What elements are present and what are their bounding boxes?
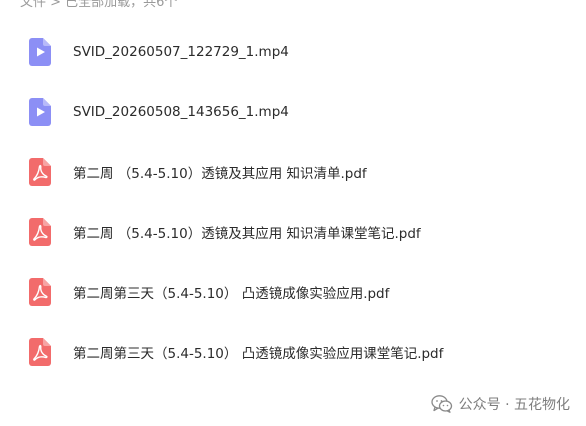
pdf-file-icon	[29, 218, 51, 246]
file-browser-page: 文件 > 已全部加载，共6个 SVID_20260507_122729_1.mp…	[0, 0, 586, 426]
file-list: SVID_20260507_122729_1.mp4 SVID_20260508…	[0, 22, 586, 382]
wechat-logo-icon	[430, 395, 453, 413]
file-row-pdf-1[interactable]: 第二周 （5.4-5.10）透镜及其应用 知识清单.pdf	[0, 142, 586, 202]
breadcrumb: 文件 > 已全部加载，共6个	[20, 0, 178, 10]
video-file-icon	[29, 38, 51, 66]
watermark-text: 公众号 · 五花物化	[458, 397, 570, 413]
file-name: 第二周 （5.4-5.10）透镜及其应用 知识清单课堂笔记.pdf	[73, 226, 421, 242]
file-row-pdf-3[interactable]: 第二周第三天（5.4-5.10） 凸透镜成像实验应用.pdf	[0, 262, 586, 322]
pdf-file-icon	[29, 158, 51, 186]
pdf-file-icon	[29, 338, 51, 366]
file-name: 第二周第三天（5.4-5.10） 凸透镜成像实验应用.pdf	[73, 286, 390, 302]
file-row-video-2[interactable]: SVID_20260508_143656_1.mp4	[0, 82, 586, 142]
file-row-video-1[interactable]: SVID_20260507_122729_1.mp4	[0, 22, 586, 82]
watermark: 公众号 · 五花物化	[430, 394, 570, 414]
file-row-pdf-4[interactable]: 第二周第三天（5.4-5.10） 凸透镜成像实验应用课堂笔记.pdf	[0, 322, 586, 382]
file-name: 第二周第三天（5.4-5.10） 凸透镜成像实验应用课堂笔记.pdf	[73, 346, 444, 362]
file-name: 第二周 （5.4-5.10）透镜及其应用 知识清单.pdf	[73, 166, 367, 182]
video-file-icon	[29, 98, 51, 126]
pdf-file-icon	[29, 278, 51, 306]
file-name: SVID_20260507_122729_1.mp4	[73, 44, 289, 60]
file-name: SVID_20260508_143656_1.mp4	[73, 104, 289, 120]
file-row-pdf-2[interactable]: 第二周 （5.4-5.10）透镜及其应用 知识清单课堂笔记.pdf	[0, 202, 586, 262]
